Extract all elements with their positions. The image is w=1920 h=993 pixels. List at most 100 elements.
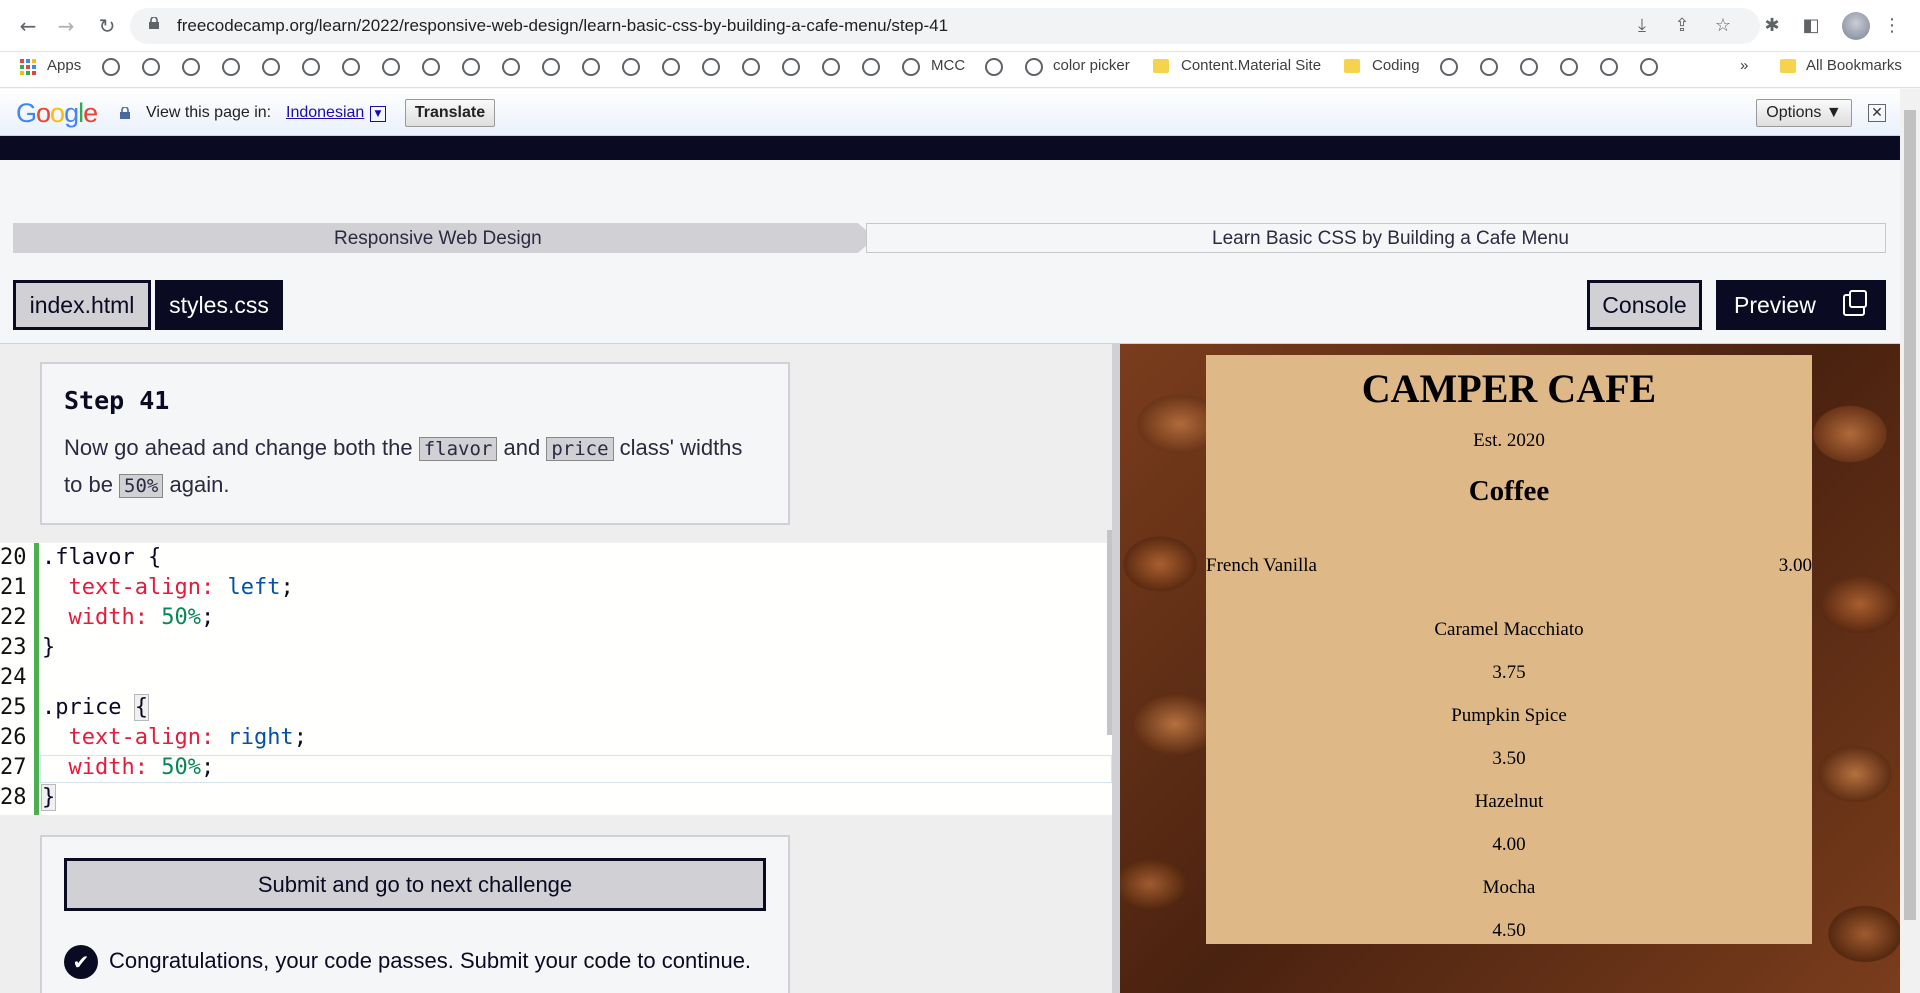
url-text[interactable]: freecodecamp.org/learn/2022/responsive-w… [177, 16, 948, 36]
options-button[interactable]: Options ▼ [1756, 99, 1852, 127]
console-button[interactable]: Console [1587, 280, 1702, 330]
css-value: 50% [161, 605, 201, 630]
lock-icon [120, 107, 130, 119]
language-select[interactable]: Indonesian [286, 104, 364, 122]
menu-title: CAMPER CAFE [1361, 366, 1657, 411]
semicolon: ; [280, 575, 294, 600]
code-flavor: flavor [418, 437, 498, 461]
popout-icon[interactable] [1843, 290, 1867, 316]
bookmark-all-bookmarks[interactable]: All Bookmarks [1806, 57, 1902, 74]
bookmark-globe-icon[interactable] [462, 58, 480, 76]
folder-icon [1780, 59, 1796, 73]
bookmark-globe-icon[interactable] [862, 58, 880, 76]
forward-icon[interactable]: → [52, 12, 80, 40]
semicolon: ; [200, 605, 215, 630]
close-icon[interactable]: ✕ [1868, 104, 1886, 122]
css-property: width: [68, 605, 148, 630]
install-icon[interactable]: ⤓ [1630, 14, 1654, 38]
bookmark-globe-icon[interactable] [742, 58, 760, 76]
code-line[interactable]: } [42, 635, 55, 660]
bookmarks-overflow-chevron[interactable]: » [1740, 57, 1748, 74]
bookmark-globe-icon[interactable] [382, 58, 400, 76]
bookmark-globe-icon[interactable] [662, 58, 680, 76]
bookmark-globe-icon[interactable] [262, 58, 280, 76]
tab-styles-css[interactable]: styles.css [155, 280, 283, 330]
preview-scrollbar-thumb[interactable] [1904, 110, 1916, 920]
menu-item-price: 4.50 [1492, 920, 1526, 941]
step-description: Now go ahead and change both the flavor … [64, 430, 764, 504]
matched-brace: { [133, 694, 149, 721]
bookmark-globe-icon[interactable] [822, 58, 840, 76]
side-panel-icon[interactable]: ◧ [1799, 14, 1823, 38]
bookmark-apps[interactable]: Apps [47, 57, 81, 74]
code-line[interactable]: .price { [42, 694, 149, 721]
bookmark-globe-icon[interactable] [222, 58, 240, 76]
translate-view-label: View this page in: [146, 104, 272, 121]
bookmark-globe-icon[interactable] [1560, 58, 1578, 76]
bookmark-globe-icon[interactable] [782, 58, 800, 76]
breadcrumb-superblock-label[interactable]: Responsive Web Design [334, 228, 542, 250]
cafe-menu-card: CAMPER CAFE Est. 2020 Coffee French Vani… [1206, 355, 1812, 944]
bookmark-globe-icon[interactable] [342, 58, 360, 76]
bookmark-globe-icon[interactable] [302, 58, 320, 76]
share-icon[interactable]: ⇪ [1670, 14, 1694, 38]
bookmark-globe-icon[interactable] [985, 58, 1003, 76]
step-title: Step 41 [64, 386, 170, 415]
menu-item-price: 3.50 [1492, 748, 1526, 769]
reload-icon[interactable]: ↻ [93, 12, 121, 40]
bookmark-globe-icon[interactable] [702, 58, 720, 76]
bookmark-globe-icon[interactable] [142, 58, 160, 76]
bookmark-coding[interactable]: Coding [1372, 57, 1420, 74]
bookmark-globe-icon[interactable] [1640, 58, 1658, 76]
apps-grid-icon[interactable] [20, 59, 36, 75]
bookmark-color-picker[interactable]: color picker [1053, 57, 1130, 74]
bookmark-globe-icon[interactable] [1520, 58, 1538, 76]
bookmark-globe-icon[interactable] [502, 58, 520, 76]
site-info-icon[interactable] [148, 17, 160, 29]
editor-gutter-marker [34, 543, 39, 815]
bookmark-globe-icon[interactable] [582, 58, 600, 76]
bookmark-globe-icon[interactable] [1440, 58, 1458, 76]
menu-dots-icon[interactable]: ⋮ [1880, 14, 1904, 38]
menu-section-heading: Coffee [1468, 475, 1550, 507]
line-number: 28 [0, 785, 27, 810]
bookmark-globe-icon[interactable] [182, 58, 200, 76]
code-line[interactable]: width: 50%; [42, 755, 215, 780]
translate-bar [0, 89, 1900, 136]
tab-index-html[interactable]: index.html [13, 280, 151, 330]
extensions-icon[interactable]: ✱ [1760, 14, 1784, 38]
star-icon[interactable]: ☆ [1711, 14, 1735, 38]
bookmark-content-material[interactable]: Content.Material Site [1181, 57, 1321, 74]
code-line[interactable]: } [40, 784, 57, 811]
breadcrumb-block-label[interactable]: Learn Basic CSS by Building a Cafe Menu [1212, 228, 1569, 250]
bookmark-globe-icon[interactable] [102, 58, 120, 76]
menu-item-flavor: Hazelnut [1474, 791, 1544, 812]
bookmark-globe-icon[interactable] [542, 58, 560, 76]
folder-icon [1153, 59, 1169, 73]
bookmark-mcc[interactable]: MCC [931, 57, 965, 74]
translate-button[interactable]: Translate [405, 99, 495, 127]
bookmark-globe-icon[interactable] [422, 58, 440, 76]
desc-text: again. [163, 472, 230, 497]
chevron-down-icon[interactable]: ▼ [370, 106, 386, 122]
code-line[interactable]: .flavor { [42, 545, 161, 570]
bookmark-globe-icon[interactable] [622, 58, 640, 76]
line-number: 21 [0, 575, 27, 600]
submit-button[interactable]: Submit and go to next challenge [64, 858, 766, 911]
bookmark-globe-icon[interactable] [902, 58, 920, 76]
bookmark-globe-icon[interactable] [1025, 58, 1043, 76]
code-line[interactable]: text-align: left; [42, 575, 294, 600]
panel-resize-handle[interactable] [1112, 344, 1120, 993]
code-line[interactable]: width: 50%; [42, 605, 215, 630]
line-number: 27 [0, 755, 27, 780]
menu-item-price: 4.00 [1492, 834, 1526, 855]
profile-avatar[interactable] [1842, 12, 1870, 40]
code-line[interactable]: text-align: right; [42, 725, 307, 750]
menu-item-price: 3.75 [1492, 662, 1526, 683]
matched-brace: } [40, 784, 57, 811]
back-icon[interactable]: ← [14, 12, 42, 40]
bookmark-globe-icon[interactable] [1480, 58, 1498, 76]
line-number: 26 [0, 725, 27, 750]
bookmark-globe-icon[interactable] [1600, 58, 1618, 76]
menu-item-flavor: Mocha [1482, 877, 1536, 898]
